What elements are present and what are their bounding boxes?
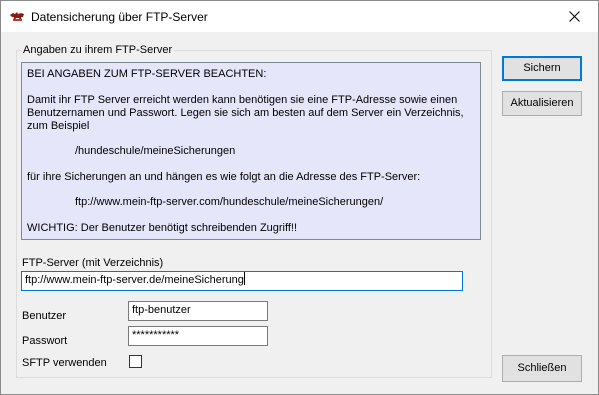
dog-silhouette-icon bbox=[10, 10, 24, 22]
user-input-value: ftp-benutzer bbox=[132, 304, 191, 316]
info-line: Benutzernamen und Passwort. Legen sie si… bbox=[27, 107, 464, 119]
info-line: Damit ihr FTP Server erreicht werden kan… bbox=[27, 94, 458, 106]
server-label: FTP-Server (mit Verzeichnis) bbox=[22, 257, 164, 269]
info-line: BEI ANGABEN ZUM FTP-SERVER BEACHTEN: bbox=[27, 68, 267, 80]
info-line: WICHTIG: Der Benutzer benötigt schreiben… bbox=[27, 222, 298, 234]
info-line: für ihre Sicherungen an und hängen es wi… bbox=[27, 171, 421, 183]
sftp-checkbox[interactable] bbox=[129, 355, 142, 368]
user-label: Benutzer bbox=[22, 310, 67, 322]
server-input-value: ftp://www.mein-ftp-server.de/meineSicher… bbox=[25, 274, 244, 286]
window-title: Datensicherung über FTP-Server bbox=[31, 10, 208, 24]
password-label: Passwort bbox=[22, 335, 68, 347]
refresh-button[interactable]: Aktualisieren bbox=[502, 91, 582, 116]
info-line: ftp://www.mein-ftp-server.com/hundeschul… bbox=[75, 196, 384, 208]
group-legend: Angaben zu ihrem FTP-Server bbox=[21, 43, 175, 57]
info-line: zum Beispiel bbox=[27, 120, 90, 132]
close-icon bbox=[569, 11, 580, 22]
info-text-box: BEI ANGABEN ZUM FTP-SERVER BEACHTEN: Dam… bbox=[21, 62, 481, 240]
text-caret bbox=[243, 272, 245, 285]
close-window-button[interactable] bbox=[552, 1, 598, 32]
sftp-label: SFTP verwenden bbox=[22, 357, 107, 369]
password-input[interactable]: *********** bbox=[128, 326, 268, 346]
info-line: /hundeschule/meineSicherungen bbox=[75, 145, 236, 157]
close-button[interactable]: Schließen bbox=[502, 355, 582, 382]
server-input[interactable]: ftp://www.mein-ftp-server.de/meineSicher… bbox=[21, 271, 463, 291]
title-bar: Datensicherung über FTP-Server bbox=[1, 1, 598, 32]
dialog-window: Datensicherung über FTP-Server Angaben z… bbox=[0, 0, 599, 395]
password-input-value: *********** bbox=[132, 329, 180, 341]
save-button[interactable]: Sichern bbox=[502, 56, 582, 81]
user-input[interactable]: ftp-benutzer bbox=[128, 301, 268, 321]
